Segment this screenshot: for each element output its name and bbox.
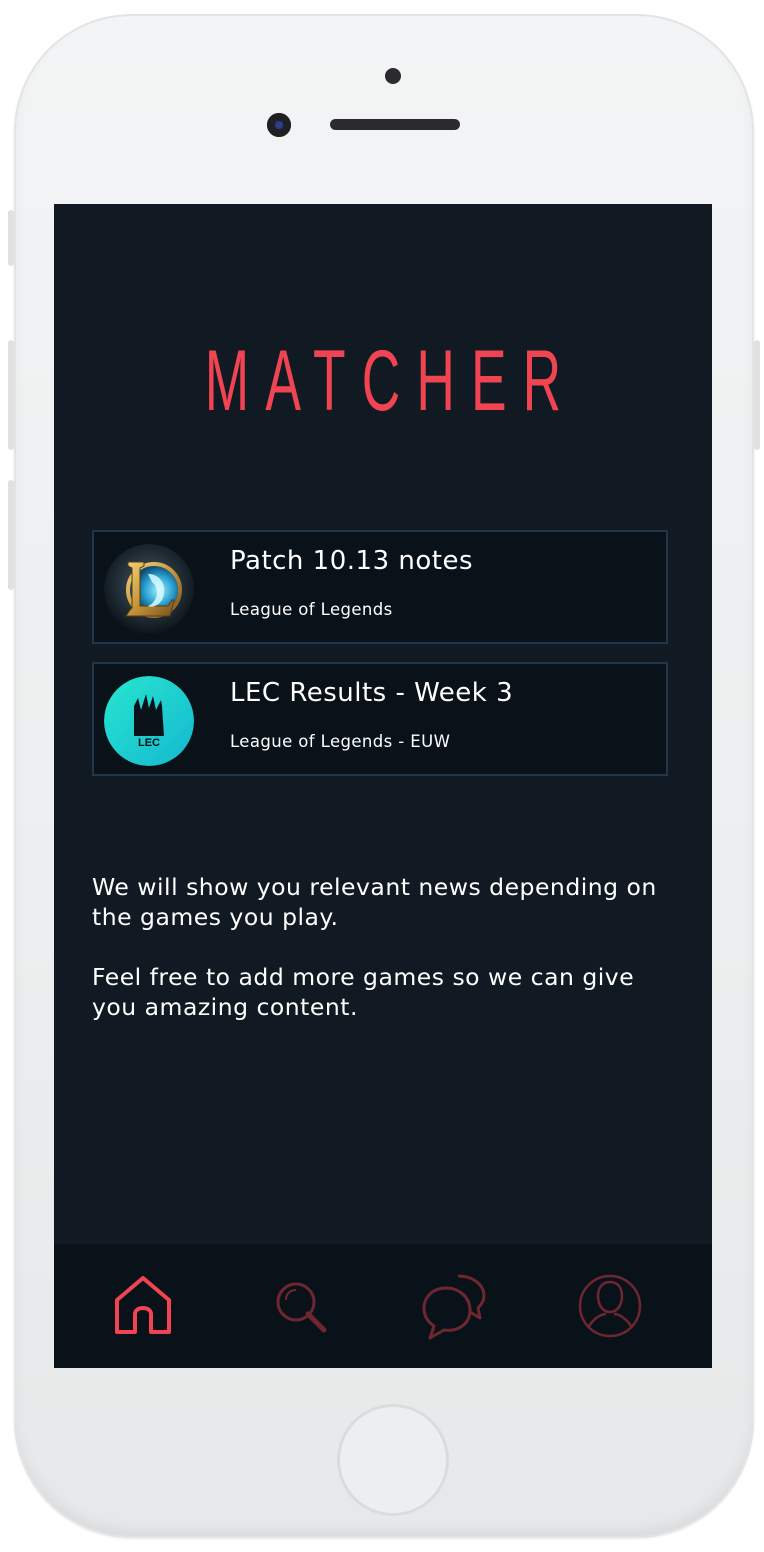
front-camera	[267, 113, 291, 137]
volume-up-button	[8, 340, 14, 450]
news-subtitle: League of Legends - EUW	[230, 732, 451, 751]
tab-chat[interactable]	[418, 1270, 490, 1342]
mute-switch	[8, 210, 14, 266]
tab-search[interactable]	[264, 1270, 336, 1342]
tab-bar	[54, 1244, 712, 1368]
league-of-legends-logo-icon	[104, 544, 194, 634]
volume-down-button	[8, 480, 14, 590]
user-icon	[578, 1274, 642, 1338]
chat-bubbles-icon	[422, 1274, 486, 1340]
lec-logo-icon: LEC	[104, 676, 194, 766]
news-title: LEC Results - Week 3	[230, 678, 514, 708]
news-subtitle: League of Legends	[230, 600, 393, 619]
news-card[interactable]: Patch 10.13 notes League of Legends	[92, 530, 668, 644]
proximity-sensor	[385, 68, 401, 84]
app-title: MATCHER	[204, 333, 578, 429]
info-paragraph: Feel free to add more games so we can gi…	[92, 963, 635, 1021]
svg-text:LEC: LEC	[138, 737, 160, 749]
tab-home[interactable]	[107, 1270, 179, 1342]
power-button	[754, 340, 760, 450]
tab-profile[interactable]	[574, 1270, 646, 1342]
search-icon	[276, 1282, 327, 1333]
earpiece-speaker	[330, 119, 460, 130]
news-card[interactable]: LEC LEC Results - Week 3 League of Legen…	[92, 662, 668, 776]
home-icon	[115, 1276, 171, 1334]
info-paragraph: We will show you relevant news depending…	[92, 873, 657, 931]
news-title: Patch 10.13 notes	[230, 546, 473, 576]
app-screen: MATCHER Patch 10.13 notes League of Lege…	[54, 204, 712, 1368]
home-hardware-button[interactable]	[337, 1404, 449, 1516]
